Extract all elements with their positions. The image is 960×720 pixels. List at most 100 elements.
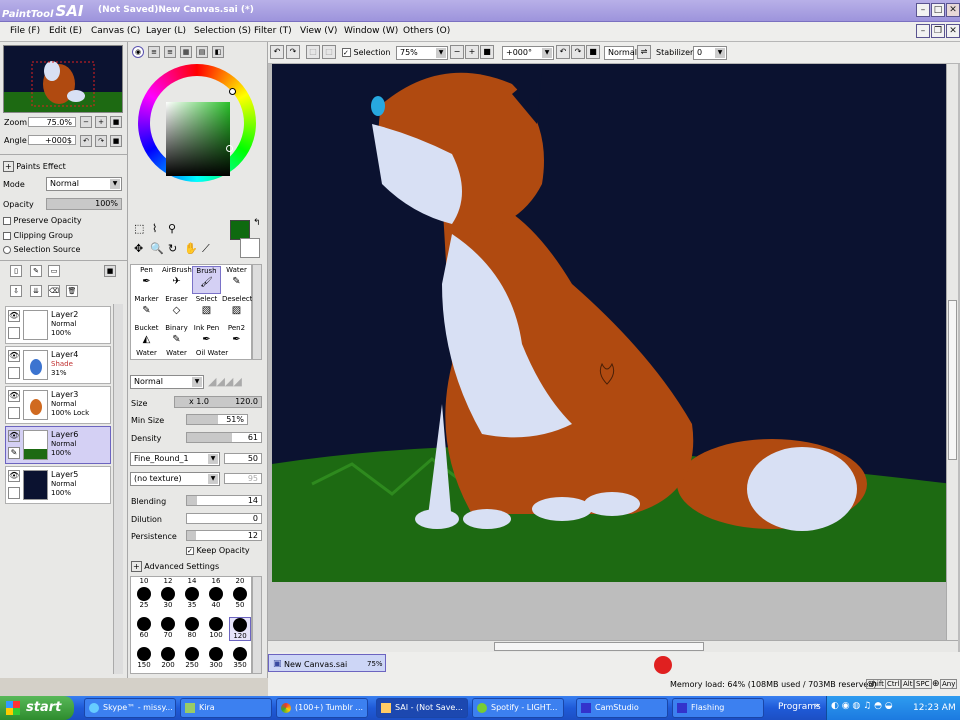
menu-canvas[interactable]: Canvas (C) (91, 26, 140, 36)
tool-water[interactable]: Water ✎ (222, 266, 251, 294)
eye-icon[interactable]: 👁 (8, 430, 20, 442)
document-tab[interactable]: ▣ New Canvas.sai 75% (268, 654, 386, 672)
menu-selection[interactable]: Selection (S) (194, 26, 251, 36)
brush-size-preset[interactable]: 25 (133, 587, 155, 609)
rotate-ccw-icon[interactable]: ↶ (556, 45, 570, 59)
hue-handle[interactable] (229, 88, 236, 95)
tray-icons[interactable]: ◐ ◉ ◍ ♫ ◓ ◒ (831, 701, 893, 711)
tool-binary[interactable]: Binary ✎ (162, 324, 191, 352)
view-mode-select[interactable]: Normal (604, 46, 637, 60)
vertical-scroll-thumb[interactable] (948, 300, 957, 460)
swatches-icon[interactable]: ▦ (180, 46, 192, 58)
sv-handle[interactable] (226, 145, 233, 152)
clear-layer-icon[interactable]: ⌫ (48, 285, 60, 297)
paints-effect-toggle[interactable]: + Paints Effect (3, 161, 66, 172)
rotate-right-icon[interactable]: ↷ (95, 135, 107, 147)
brush-size-preset[interactable]: 150 (133, 647, 155, 669)
maximize-icon[interactable]: □ (931, 3, 945, 17)
redo-icon[interactable]: ↷ (286, 45, 300, 59)
flip-horizontal-icon[interactable]: ⇌ (637, 45, 651, 59)
primary-color-swatch[interactable] (230, 220, 250, 240)
doc-restore-icon[interactable]: ❐ (931, 24, 945, 38)
chevron-right-icon[interactable]: » (814, 701, 820, 711)
layer-checkbox[interactable] (8, 367, 20, 379)
tool-water-3[interactable]: Water (162, 349, 191, 359)
zoom-select[interactable]: 75% ▼ (396, 46, 448, 60)
magic-wand-icon[interactable]: ⚲ (168, 222, 176, 235)
brush-size-preset[interactable]: 80 (181, 617, 203, 639)
menu-others[interactable]: Others (O) (403, 26, 450, 36)
brush-size-preset[interactable]: 100 (205, 617, 227, 639)
canvas-viewport[interactable] (268, 64, 960, 652)
eyedropper-icon[interactable]: ⟋ (202, 242, 210, 256)
zoom-slider[interactable]: 75.0% (28, 117, 76, 127)
brush-size-preset[interactable]: 30 (157, 587, 179, 609)
hsv-slider-icon[interactable]: ≡ (164, 46, 176, 58)
rgb-slider-icon[interactable]: ≡ (148, 46, 160, 58)
task-skype[interactable]: Skype™ - missy... (84, 698, 176, 718)
brush-size-preset[interactable]: 350 (229, 647, 251, 669)
zoom-reset-icon[interactable]: ■ (110, 116, 122, 128)
keep-opacity-checkbox[interactable]: ✓ Keep Opacity (186, 546, 250, 555)
density-slider[interactable]: 61 (186, 432, 262, 443)
merge-down-icon[interactable]: ⇊ (30, 285, 42, 297)
brush-size-preset[interactable]: 200 (157, 647, 179, 669)
layer-checkbox[interactable] (8, 327, 20, 339)
color-wheel-mode-icon[interactable]: ◉ (132, 46, 144, 58)
navigator-preview[interactable] (3, 45, 123, 113)
tool-eraser[interactable]: Eraser ◇ (162, 295, 191, 323)
brush-size-preset[interactable]: 300 (205, 647, 227, 669)
secondary-color-swatch[interactable] (240, 238, 260, 258)
brush-size-preset[interactable]: 35 (181, 587, 203, 609)
brush-size-scrollbar[interactable] (252, 576, 262, 674)
lasso-icon[interactable]: ⌇ (152, 222, 157, 235)
layer-row[interactable]: 👁 Layer2 Normal 100% (5, 306, 111, 344)
brush-shape-strength[interactable]: 50 (224, 453, 262, 464)
layer-row[interactable]: 👁 Layer3 Normal 100% Lock (5, 386, 111, 424)
rect-select-icon[interactable]: ⬚ (134, 222, 144, 235)
zoom-in-button-icon[interactable]: + (465, 45, 479, 59)
new-folder-icon[interactable]: ▭ (48, 265, 60, 277)
task-tumblr[interactable]: (100+) Tumblr ... (276, 698, 368, 718)
eye-icon[interactable]: 👁 (8, 310, 20, 322)
horizontal-scroll-thumb[interactable] (494, 642, 704, 651)
zoom-out-button-icon[interactable]: − (450, 45, 464, 59)
task-camstudio[interactable]: CamStudio (576, 698, 668, 718)
new-layer-icon[interactable]: ▯ (10, 265, 22, 277)
canvas-artwork[interactable] (272, 64, 952, 582)
texture-strength[interactable]: 95 (224, 473, 262, 484)
tool-deselect[interactable]: Deselect ▨ (222, 295, 253, 323)
brush-blend-select[interactable]: Normal ▼ (130, 375, 204, 389)
layer-checkbox[interactable] (8, 407, 20, 419)
brush-size-preset[interactable]: 40 (205, 587, 227, 609)
menu-window[interactable]: Window (W) (344, 26, 398, 36)
doc-minimize-icon[interactable]: – (916, 24, 930, 38)
zoom-fit-icon[interactable]: ■ (480, 45, 494, 59)
angle-slider[interactable]: +000$ (28, 135, 76, 145)
layers-scrollbar[interactable] (113, 304, 123, 674)
persistence-slider[interactable]: 12 (186, 530, 262, 541)
clipping-group-checkbox[interactable]: Clipping Group (3, 231, 73, 240)
menu-view[interactable]: View (V) (300, 26, 337, 36)
delete-layer-icon[interactable]: 🗑 (66, 285, 78, 297)
blending-slider[interactable]: 14 (186, 495, 262, 506)
menu-edit[interactable]: Edit (E) (49, 26, 82, 36)
invert-selection-icon[interactable]: □ (322, 45, 336, 59)
menu-layer[interactable]: Layer (L) (146, 26, 186, 36)
selection-checkbox[interactable]: ✓ Selection (342, 48, 390, 57)
rotate-cw-icon[interactable]: ↷ (571, 45, 585, 59)
zoom-icon[interactable]: 🔍 (150, 242, 164, 255)
preserve-opacity-checkbox[interactable]: Preserve Opacity (3, 216, 82, 225)
layer-mask-icon[interactable]: ■ (104, 265, 116, 277)
layer-row[interactable]: 👁 Layer5 Normal 100% (5, 466, 111, 504)
stabilizer-select[interactable]: 0 ▼ (693, 46, 727, 60)
new-linework-layer-icon[interactable]: ✎ (30, 265, 42, 277)
rotate-left-icon[interactable]: ↶ (80, 135, 92, 147)
brush-size-preset[interactable]: 250 (181, 647, 203, 669)
tool-airbrush[interactable]: AirBrush ✈ (162, 266, 192, 294)
transfer-down-icon[interactable]: ⇩ (10, 285, 22, 297)
task-spotify[interactable]: Spotify - LIGHT... (472, 698, 564, 718)
brush-shape-icons[interactable]: ◢◢◢◢ (208, 375, 242, 388)
brush-size-preset[interactable]: 120 (229, 617, 251, 641)
move-icon[interactable]: ✥ (134, 242, 143, 255)
